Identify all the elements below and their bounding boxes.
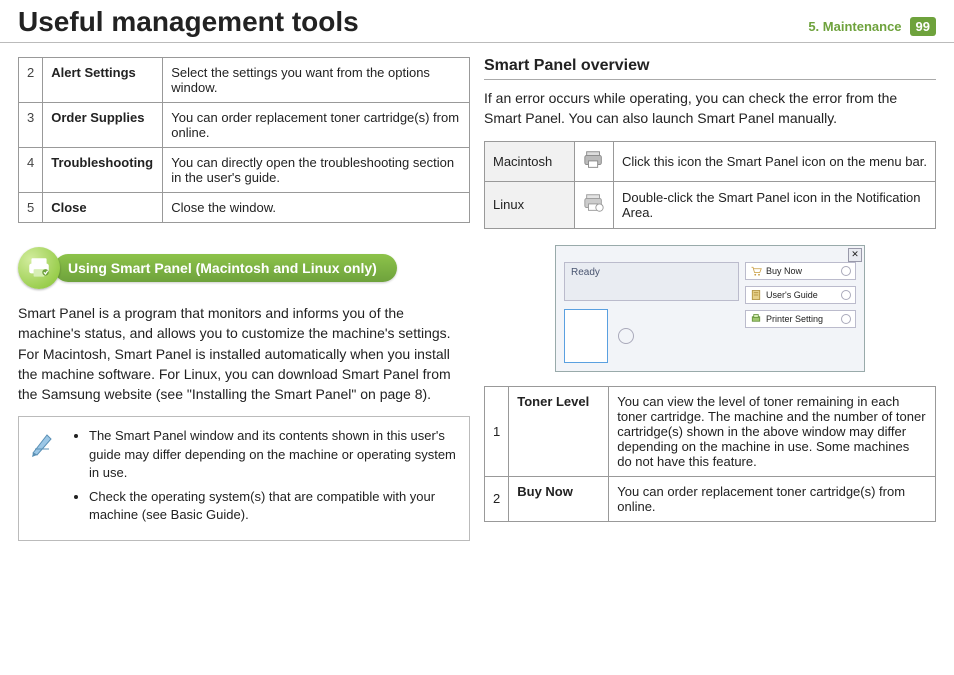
table-row: 2 Buy Now You can order replacement tone… xyxy=(485,476,936,521)
options-table: 2 Alert Settings Select the settings you… xyxy=(18,57,470,223)
right-column: Smart Panel overview If an error occurs … xyxy=(484,57,936,541)
row-term: Alert Settings xyxy=(43,58,163,103)
table-row: 3 Order Supplies You can order replaceme… xyxy=(19,103,470,148)
close-icon[interactable]: ✕ xyxy=(848,248,862,262)
table-row: Linux Double-click the Smart Panel icon … xyxy=(485,181,936,228)
overview-paragraph: If an error occurs while operating, you … xyxy=(484,88,936,129)
page-number-badge: 99 xyxy=(910,17,936,36)
row-number: 2 xyxy=(485,476,509,521)
button-label: User's Guide xyxy=(766,290,818,300)
row-number: 5 xyxy=(19,193,43,223)
note-item: The Smart Panel window and its contents … xyxy=(89,427,457,482)
button-indicator xyxy=(841,314,851,324)
row-term: Close xyxy=(43,193,163,223)
os-desc: Click this icon the Smart Panel icon on … xyxy=(614,141,936,181)
cart-icon xyxy=(750,265,762,277)
status-text: Ready xyxy=(571,267,600,278)
buy-now-button[interactable]: Buy Now xyxy=(745,262,856,280)
printer-icon xyxy=(583,158,605,173)
subsection-heading: Smart Panel overview xyxy=(484,57,936,80)
button-indicator xyxy=(841,266,851,276)
note-icon xyxy=(29,427,61,530)
row-term: Order Supplies xyxy=(43,103,163,148)
note-item: Check the operating system(s) that are c… xyxy=(89,488,457,524)
row-number: 4 xyxy=(19,148,43,193)
button-indicator xyxy=(841,290,851,300)
row-number: 1 xyxy=(485,386,509,476)
table-row: 2 Alert Settings Select the settings you… xyxy=(19,58,470,103)
left-column: 2 Alert Settings Select the settings you… xyxy=(18,57,470,541)
header-right: 5. Maintenance 99 xyxy=(808,17,936,36)
table-row: 1 Toner Level You can view the level of … xyxy=(485,386,936,476)
row-term: Buy Now xyxy=(509,476,609,521)
row-desc: Select the settings you want from the op… xyxy=(163,58,470,103)
users-guide-button[interactable]: User's Guide xyxy=(745,286,856,304)
row-desc: You can directly open the troubleshootin… xyxy=(163,148,470,193)
row-term: Troubleshooting xyxy=(43,148,163,193)
printer-setting-button[interactable]: Printer Setting xyxy=(745,310,856,328)
toner-area xyxy=(564,309,739,363)
printer-icon xyxy=(583,201,605,216)
row-desc: You can view the level of toner remainin… xyxy=(609,386,936,476)
button-label: Printer Setting xyxy=(766,314,823,324)
toner-cartridge xyxy=(564,309,608,363)
status-box: Ready xyxy=(564,262,739,301)
section-header: Using Smart Panel (Macintosh and Linux o… xyxy=(18,247,470,289)
os-icon-cell xyxy=(575,181,614,228)
printer-icon xyxy=(18,247,60,289)
smart-panel-table: 1 Toner Level You can view the level of … xyxy=(484,386,936,522)
printer-icon xyxy=(750,313,762,325)
table-row: 4 Troubleshooting You can directly open … xyxy=(19,148,470,193)
row-number: 3 xyxy=(19,103,43,148)
row-desc: Close the window. xyxy=(163,193,470,223)
os-name: Macintosh xyxy=(485,141,575,181)
os-table: Macintosh Click this icon the Smart Pane… xyxy=(484,141,936,229)
os-name: Linux xyxy=(485,181,575,228)
row-desc: You can order replacement toner cartridg… xyxy=(163,103,470,148)
smart-panel-window: ✕ Ready Buy Now xyxy=(555,245,865,372)
row-desc: You can order replacement toner cartridg… xyxy=(609,476,936,521)
row-number: 2 xyxy=(19,58,43,103)
info-circle-icon xyxy=(618,328,634,344)
row-term: Toner Level xyxy=(509,386,609,476)
os-desc: Double-click the Smart Panel icon in the… xyxy=(614,181,936,228)
button-label: Buy Now xyxy=(766,266,802,276)
page-title: Useful management tools xyxy=(18,6,359,38)
table-row: 5 Close Close the window. xyxy=(19,193,470,223)
page-header: Useful management tools 5. Maintenance 9… xyxy=(0,0,954,43)
section-title-tag: Using Smart Panel (Macintosh and Linux o… xyxy=(54,254,397,282)
os-icon-cell xyxy=(575,141,614,181)
table-row: Macintosh Click this icon the Smart Pane… xyxy=(485,141,936,181)
book-icon xyxy=(750,289,762,301)
smart-panel-description: Smart Panel is a program that monitors a… xyxy=(18,303,470,404)
note-box: The Smart Panel window and its contents … xyxy=(18,416,470,541)
chapter-label: 5. Maintenance xyxy=(808,19,901,34)
note-list: The Smart Panel window and its contents … xyxy=(71,427,457,530)
